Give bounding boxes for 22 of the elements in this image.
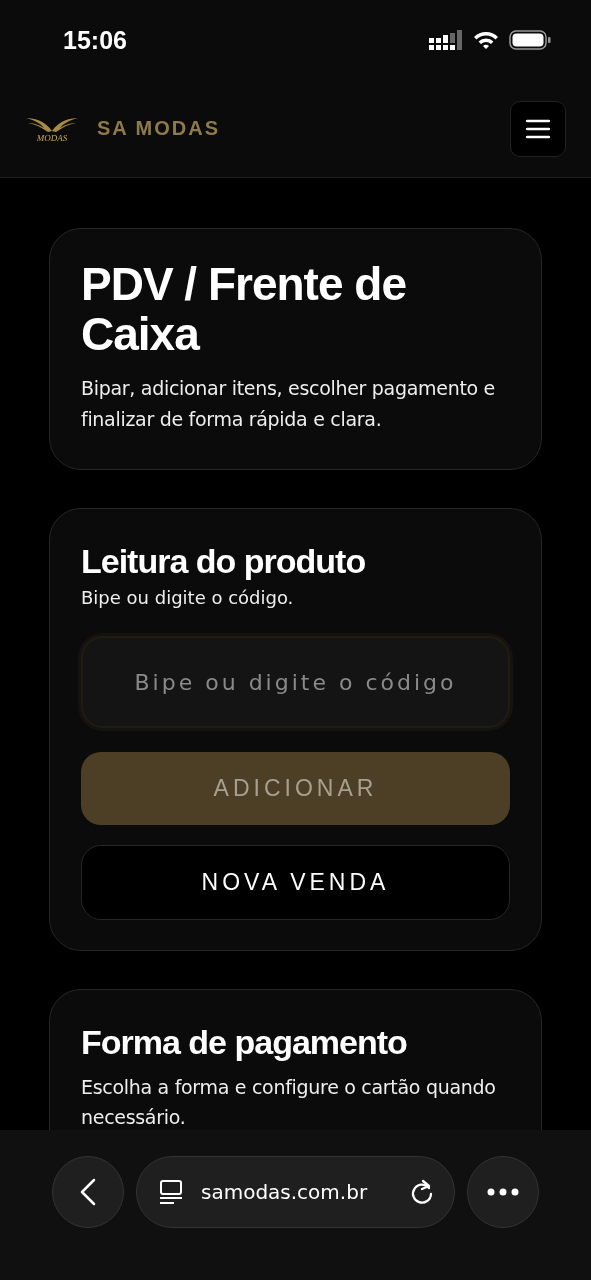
menu-icon (526, 118, 550, 139)
page-icon (159, 1179, 183, 1205)
wifi-icon (473, 30, 499, 50)
more-icon (487, 1188, 519, 1196)
new-sale-button[interactable]: NOVA VENDA (81, 845, 510, 920)
menu-button[interactable] (510, 100, 566, 157)
section-subtitle: Bipe ou digite o código. (81, 587, 295, 608)
battery-icon (509, 30, 551, 50)
logo-text: MODAS (36, 132, 68, 143)
section-title: Leitura do produto (81, 541, 367, 582)
status-time: 15:06 (63, 25, 127, 55)
section-title: Forma de pagamento (81, 1022, 408, 1063)
url-text: samodas.com.br (201, 1180, 369, 1204)
address-bar[interactable]: samodas.com.br (136, 1156, 455, 1228)
page-description: Bipar, adicionar itens, escolher pagamento e finalizar de forma rápida e clara. (81, 376, 496, 432)
section-subtitle: Escolha a forma e configure o cartão quando necessário. (81, 1075, 497, 1130)
page-title: PDV / Frente de Caixa (81, 259, 407, 359)
code-input-field[interactable]: Bipe ou digite o código (81, 636, 510, 728)
reload-icon[interactable] (410, 1179, 434, 1205)
brand-name: SA MODAS (97, 117, 221, 140)
signal-icon (429, 30, 463, 50)
back-icon (80, 1178, 96, 1206)
